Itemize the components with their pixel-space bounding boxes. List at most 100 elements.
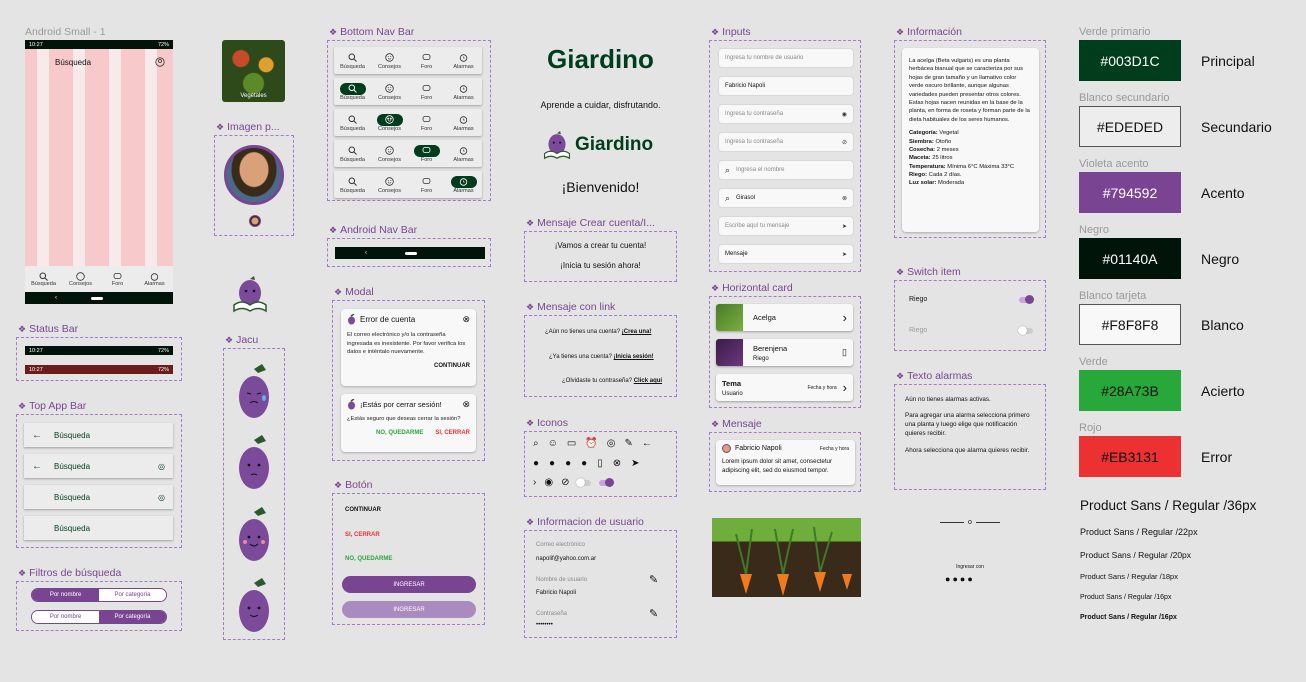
user-icon[interactable]: ◎ bbox=[158, 493, 165, 502]
home-pill[interactable] bbox=[405, 251, 417, 255]
back-arrow-icon[interactable]: ← bbox=[32, 430, 42, 441]
user-icon[interactable]: ◎ bbox=[158, 462, 165, 471]
password-input[interactable]: Ingresa tu contraseña ◉ bbox=[718, 104, 854, 124]
message-body: Lorem ipsum dolor sit amet, consectetur … bbox=[722, 458, 833, 474]
filter-por-categoria[interactable]: Por categoría bbox=[99, 589, 166, 601]
nav-item[interactable]: Foro bbox=[410, 114, 444, 132]
nav-item[interactable]: Búsqueda bbox=[336, 82, 370, 101]
bottom-nav-bar-2: Búsqueda Consejos Foro Alarmas bbox=[334, 78, 482, 105]
password-input-hidden[interactable]: Ingresa tu contraseña ⊘ bbox=[718, 132, 854, 152]
switch-riego-off[interactable]: Riego bbox=[909, 325, 1033, 335]
card-tema[interactable]: Tema Usuario Fecha y hora › bbox=[716, 374, 853, 401]
edit-icon[interactable]: ✎ bbox=[649, 573, 658, 586]
eye-icon[interactable]: ◉ bbox=[842, 111, 847, 118]
no-quedarme-button[interactable]: NO, QUEDARME bbox=[376, 430, 423, 436]
instagram-icon[interactable]: ● bbox=[960, 574, 965, 584]
social-icons: ● ● ● ● bbox=[945, 574, 973, 584]
nav-item[interactable]: Consejos bbox=[373, 145, 407, 163]
nav-item[interactable]: Consejos bbox=[373, 83, 407, 101]
continuar-button[interactable]: CONTINUAR bbox=[347, 363, 470, 369]
username-input-filled[interactable]: Fabricio Napoli bbox=[718, 76, 854, 96]
nav-item[interactable]: Consejos bbox=[373, 113, 407, 132]
nav-consejos[interactable]: Consejos bbox=[64, 271, 98, 287]
jacu-sad-icon bbox=[239, 364, 269, 418]
nav-item[interactable]: Alarmas bbox=[447, 145, 481, 163]
modal-logout: ¡Estás por cerrar sesión! ⊗ ¿Estás seguro… bbox=[341, 394, 476, 452]
section-bottom-nav: ❖ Bottom Nav Bar bbox=[329, 26, 415, 38]
no-quedarme-button[interactable]: NO, QUEDARME bbox=[345, 556, 392, 562]
close-icon[interactable]: ⊗ bbox=[842, 195, 847, 202]
card-berenjena[interactable]: Berenjena Riego ▯ bbox=[716, 339, 853, 366]
facebook-icon[interactable]: ● bbox=[945, 574, 950, 584]
nav-item[interactable]: Foro bbox=[410, 83, 444, 101]
alarm-icon bbox=[450, 175, 477, 188]
switch-on-icon[interactable] bbox=[1019, 294, 1034, 304]
nav-item[interactable]: Búsqueda bbox=[336, 145, 370, 163]
back-icon[interactable]: ‹ bbox=[365, 250, 367, 256]
google-icon[interactable]: ● bbox=[952, 574, 957, 584]
message-input-filled[interactable]: Mensaje ➤ bbox=[718, 244, 854, 264]
close-icon[interactable]: ⊗ bbox=[462, 314, 470, 325]
nav-item[interactable]: Búsqueda bbox=[336, 52, 370, 70]
back-icon[interactable]: ‹ bbox=[55, 295, 57, 301]
nav-busqueda[interactable]: Búsqueda bbox=[27, 272, 61, 287]
close-icon[interactable]: ⊗ bbox=[462, 399, 470, 410]
twitter-icon[interactable]: ● bbox=[967, 574, 972, 584]
nav-item[interactable]: Alarmas bbox=[447, 114, 481, 132]
filter-por-nombre[interactable]: Por nombre bbox=[32, 611, 99, 623]
color-swatch: #EB3131 bbox=[1079, 436, 1181, 477]
nav-item[interactable]: Foro bbox=[410, 144, 444, 163]
modal-error: Error de cuenta ⊗ El correo electrónico y… bbox=[341, 309, 476, 386]
status-bar-1: 10:27 72% bbox=[25, 346, 173, 355]
user-icon[interactable] bbox=[155, 57, 165, 67]
facebook-icon: ● bbox=[533, 458, 540, 469]
filter-por-categoria[interactable]: Por categoría bbox=[99, 611, 166, 623]
nav-item[interactable]: Consejos bbox=[373, 176, 407, 194]
edit-icon[interactable]: ✎ bbox=[649, 607, 658, 620]
nav-item[interactable]: Alarmas bbox=[447, 83, 481, 101]
horizontal-card-box: Acelga › Berenjena Riego ▯ Tema Usuario Fecha… bbox=[709, 296, 861, 408]
filter-por-nombre[interactable]: Por nombre bbox=[32, 589, 99, 601]
nav-foro[interactable]: Foro bbox=[101, 272, 135, 287]
eye-off-icon: ⊘ bbox=[561, 477, 570, 488]
switch-off-icon[interactable] bbox=[1018, 325, 1033, 335]
nav-item[interactable]: Búsqueda bbox=[336, 176, 370, 194]
jacu-happy-icon bbox=[239, 507, 269, 561]
click-aqui-link[interactable]: Click aquí bbox=[634, 378, 662, 384]
search-input-filled[interactable]: ⌕ Girasol ⊗ bbox=[718, 188, 854, 208]
nav-item[interactable]: Alarmas bbox=[447, 52, 481, 70]
nav-item[interactable]: Foro bbox=[410, 52, 444, 70]
switch-riego-on[interactable]: Riego bbox=[909, 294, 1034, 304]
nav-item[interactable]: Alarmas bbox=[447, 175, 481, 194]
smile-icon bbox=[377, 52, 403, 64]
send-icon[interactable]: ➤ bbox=[842, 223, 847, 230]
search-input[interactable]: ⌕ Ingresa el nombre bbox=[718, 160, 854, 180]
card-acelga[interactable]: Acelga › bbox=[716, 304, 853, 331]
si-cerrar-button[interactable]: SI, CERRAR bbox=[435, 430, 470, 436]
top-bar-4: Búsqueda bbox=[24, 516, 173, 540]
nav-alarmas[interactable]: Alarmas bbox=[138, 272, 172, 287]
continuar-button[interactable]: CONTINUAR bbox=[345, 507, 381, 513]
grid-columns bbox=[25, 40, 173, 304]
nav-item[interactable]: Consejos bbox=[373, 52, 407, 70]
vegetales-card[interactable]: Vegetales bbox=[222, 40, 285, 102]
message-input[interactable]: Escribe aquí tu mensaje ➤ bbox=[718, 216, 854, 236]
nav-item[interactable]: Búsqueda bbox=[336, 114, 370, 132]
section-android-nav: ❖ Android Nav Bar bbox=[329, 224, 418, 236]
iniciar-link[interactable]: ¡Inicia sesión! bbox=[614, 354, 654, 360]
home-pill[interactable] bbox=[91, 296, 103, 300]
alarmas-select: Ahora selecciona que alarma quieres reci… bbox=[905, 446, 1030, 454]
trash-icon[interactable]: ▯ bbox=[842, 347, 847, 358]
username-input[interactable]: Ingresa tu nombre de usuario bbox=[718, 48, 854, 68]
back-arrow-icon[interactable]: ← bbox=[32, 461, 42, 472]
filter-toggle-1: Por nombre Por categoría bbox=[31, 588, 167, 602]
si-cerrar-button[interactable]: SI, CERRAR bbox=[345, 532, 380, 538]
color-swatch: #794592 bbox=[1079, 172, 1181, 213]
ingresar-button[interactable]: INGRESAR bbox=[342, 576, 476, 593]
android-nav: ‹ bbox=[25, 292, 173, 304]
eye-off-icon[interactable]: ⊘ bbox=[842, 139, 847, 146]
send-icon[interactable]: ➤ bbox=[842, 251, 847, 258]
nav-item[interactable]: Foro bbox=[410, 176, 444, 194]
crear-link[interactable]: ¡Crea una! bbox=[622, 329, 652, 335]
color-swatch: #28A73B bbox=[1079, 370, 1181, 411]
